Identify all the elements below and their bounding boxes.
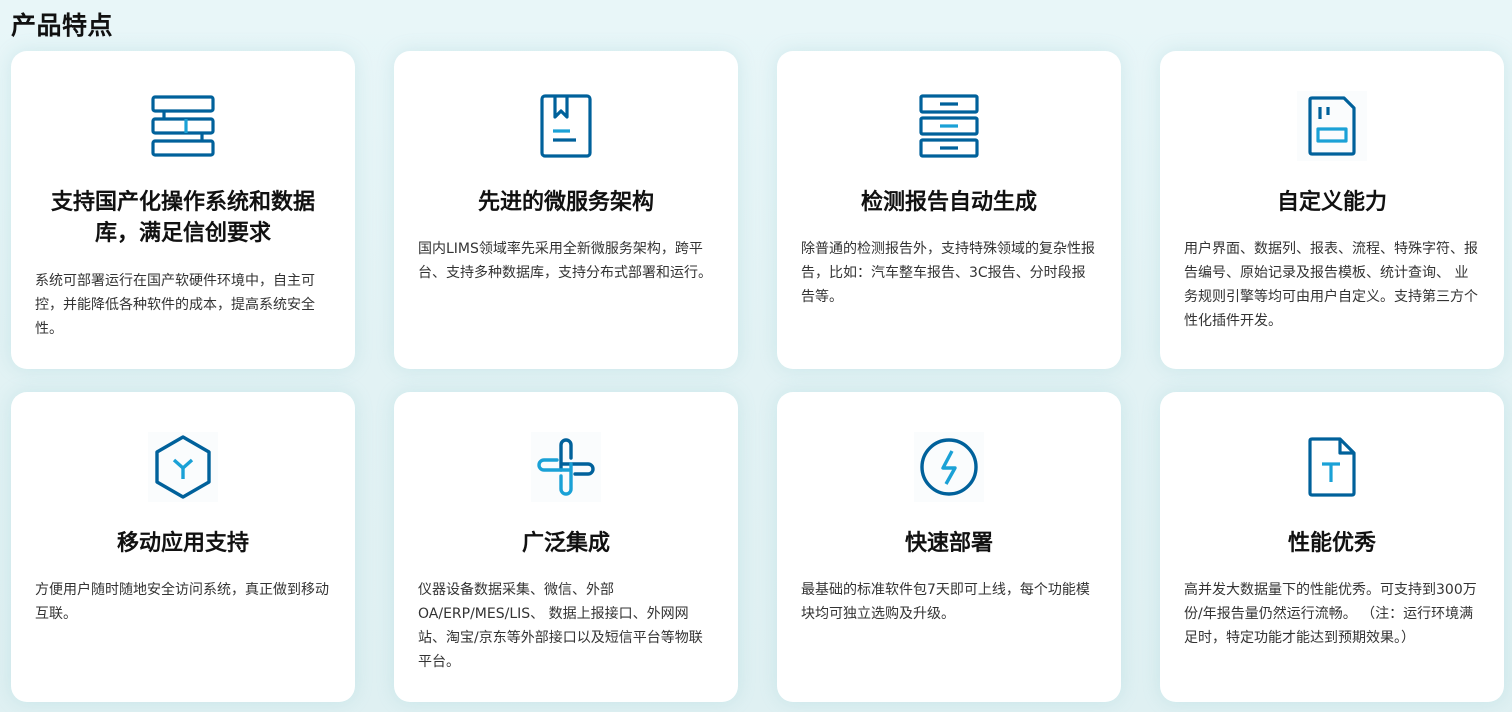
feature-desc: 用户界面、数据列、报表、流程、特殊字符、报告编号、原始记录及报告模板、统计查询、… <box>1184 241 1478 329</box>
feature-desc: 仪器设备数据采集、微信、外部OA/ERP/MES/LIS、 数据上报接口、外网网… <box>418 582 703 670</box>
feature-title: 检测报告自动生成 <box>860 190 1037 215</box>
integration-connector-icon <box>531 432 601 502</box>
cabinet-drawers-icon <box>914 91 984 161</box>
feature-card-domestic-os: 支持国产化操作系统和数据库，满足信创要求 系统可部署运行在国产软硬件环境中，自主… <box>11 51 355 369</box>
feature-title: 移动应用支持 <box>116 531 249 556</box>
feature-card-customization: 自定义能力 用户界面、数据列、报表、流程、特殊字符、报告编号、原始记录及报告模板… <box>1160 51 1504 369</box>
feature-desc: 高并发大数据量下的性能优秀。可支持到300万份/年报告量仍然运行流畅。 （注：运… <box>1184 582 1477 646</box>
feature-title: 快速部署 <box>904 531 993 556</box>
feature-desc: 方便用户随时随地安全访问系统，真正做到移动互联。 <box>35 582 329 622</box>
feature-desc: 除普通的检测报告外，支持特殊领域的复杂性报告，比如：汽车整车报告、3C报告、分时… <box>801 241 1095 305</box>
features-grid: 支持国产化操作系统和数据库，满足信创要求 系统可部署运行在国产软硬件环境中，自主… <box>11 51 1504 702</box>
feature-title: 性能优秀 <box>1287 531 1376 556</box>
feature-desc: 最基础的标准软件包7天即可上线，每个功能模块均可独立选购及升级。 <box>801 582 1090 622</box>
feature-desc: 系统可部署运行在国产软硬件环境中，自主可控，并能降低各种软件的成本，提高系统安全… <box>35 273 315 337</box>
feature-card-integration: 广泛集成 仪器设备数据采集、微信、外部OA/ERP/MES/LIS、 数据上报接… <box>394 392 738 702</box>
custom-form-icon <box>1297 91 1367 161</box>
feature-card-fast-deploy: 快速部署 最基础的标准软件包7天即可上线，每个功能模块均可独立选购及升级。 <box>777 392 1121 702</box>
text-document-icon <box>1297 432 1367 502</box>
hexagon-y-icon <box>148 432 218 502</box>
bookmark-document-icon <box>531 91 601 161</box>
lightning-circle-icon <box>914 432 984 502</box>
feature-card-performance: 性能优秀 高并发大数据量下的性能优秀。可支持到300万份/年报告量仍然运行流畅。… <box>1160 392 1504 702</box>
feature-title: 先进的微服务架构 <box>477 190 654 215</box>
feature-title: 广泛集成 <box>521 531 610 556</box>
feature-desc: 国内LIMS领域率先采用全新微服务架构，跨平台、支持多种数据库，支持分布式部署和… <box>418 241 712 281</box>
feature-card-auto-report: 检测报告自动生成 除普通的检测报告外，支持特殊领域的复杂性报告，比如：汽车整车报… <box>777 51 1121 369</box>
feature-title: 自定义能力 <box>1276 190 1387 215</box>
feature-card-microservice: 先进的微服务架构 国内LIMS领域率先采用全新微服务架构，跨平台、支持多种数据库… <box>394 51 738 369</box>
section-title: 产品特点 <box>11 11 114 40</box>
product-features-page: 产品特点 支持国产化操作系统和数据库，满足信创要求 系统可部署运行在国产软硬件环… <box>0 0 1512 712</box>
feature-title: 支持国产化操作系统和数据库，满足信创要求 <box>50 190 315 246</box>
server-structure-icon <box>148 91 218 161</box>
feature-card-mobile: 移动应用支持 方便用户随时随地安全访问系统，真正做到移动互联。 <box>11 392 355 702</box>
